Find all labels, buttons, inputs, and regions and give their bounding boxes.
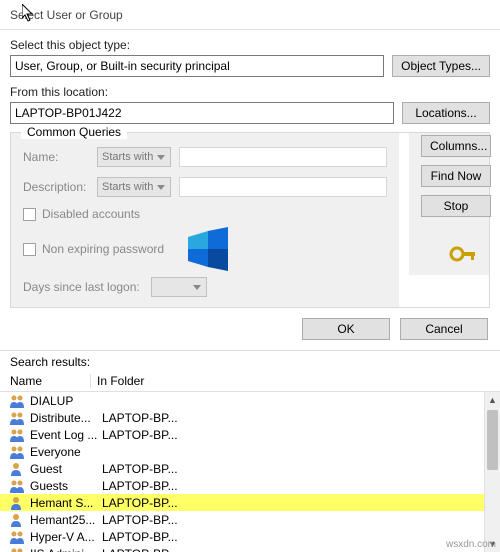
- common-queries-fieldset: Common Queries Name: Starts with Descrip…: [10, 132, 490, 308]
- days-since-logon-combo[interactable]: [151, 277, 207, 297]
- result-row[interactable]: Hyper-V A...LAPTOP-BP...: [0, 528, 500, 545]
- scroll-up-button[interactable]: ▲: [485, 392, 500, 408]
- days-since-logon-label: Days since last logon:: [23, 280, 143, 294]
- scroll-thumb[interactable]: [487, 410, 498, 470]
- non-expiring-label: Non expiring password: [42, 242, 164, 256]
- window-title: Select User or Group: [10, 8, 123, 22]
- result-folder: LAPTOP-BP...: [100, 513, 490, 527]
- result-name: Event Log ...: [30, 428, 100, 442]
- result-folder: LAPTOP-BP...: [100, 411, 490, 425]
- name-label: Name:: [23, 150, 89, 164]
- object-type-input[interactable]: [10, 55, 384, 77]
- location-input[interactable]: [10, 102, 394, 124]
- result-folder: LAPTOP-BP...: [100, 428, 490, 442]
- group-icon: [10, 547, 26, 552]
- group-icon: [10, 428, 26, 442]
- result-name: Hemant S...: [30, 496, 100, 510]
- column-in-folder[interactable]: In Folder: [90, 374, 490, 388]
- result-folder: LAPTOP-BP...: [100, 530, 490, 544]
- dialog-button-row: OK Cancel: [0, 308, 500, 350]
- result-name: Guests: [30, 479, 100, 493]
- dialog-body: Select this object type: Object Types...…: [0, 30, 500, 308]
- group-icon: [10, 411, 26, 425]
- description-mode-combo[interactable]: Starts with: [97, 177, 171, 197]
- description-label: Description:: [23, 180, 89, 194]
- location-label: From this location:: [10, 85, 490, 99]
- group-icon: [10, 530, 26, 544]
- result-row[interactable]: Distribute...LAPTOP-BP...: [0, 409, 500, 426]
- results-header: Name In Folder: [0, 371, 500, 392]
- object-type-label: Select this object type:: [10, 38, 490, 52]
- result-name: Hemant25...: [30, 513, 100, 527]
- result-name: DIALUP: [30, 394, 100, 408]
- name-mode-combo[interactable]: Starts with: [97, 147, 171, 167]
- cancel-button[interactable]: Cancel: [400, 318, 488, 340]
- user-icon: [10, 496, 26, 510]
- windows-logo-icon: [186, 227, 230, 271]
- results-body[interactable]: DIALUPDistribute...LAPTOP-BP...Event Log…: [0, 392, 500, 552]
- result-folder: LAPTOP-BP...: [100, 462, 490, 476]
- group-icon: [10, 445, 26, 459]
- object-types-button[interactable]: Object Types...: [392, 55, 490, 77]
- search-results-label: Search results:: [0, 351, 500, 371]
- result-name: IIS Admini...: [30, 547, 100, 552]
- find-now-button[interactable]: Find Now: [421, 165, 491, 187]
- search-key-icon: [449, 243, 477, 265]
- result-folder: LAPTOP-BP...: [100, 496, 490, 510]
- watermark: wsxdn.com: [446, 539, 496, 550]
- result-row[interactable]: DIALUP: [0, 392, 500, 409]
- result-folder: LAPTOP-BP...: [100, 479, 490, 493]
- user-icon: [10, 462, 26, 476]
- group-icon: [10, 479, 26, 493]
- result-name: Hyper-V A...: [30, 530, 100, 544]
- results-scrollbar[interactable]: ▲ ▼: [484, 392, 500, 552]
- title-bar: Select User or Group: [0, 0, 500, 30]
- common-queries-legend: Common Queries: [21, 125, 127, 139]
- result-row[interactable]: Everyone: [0, 443, 500, 460]
- disabled-accounts-label: Disabled accounts: [42, 207, 140, 221]
- column-name[interactable]: Name: [10, 374, 90, 388]
- result-row[interactable]: Event Log ...LAPTOP-BP...: [0, 426, 500, 443]
- non-expiring-checkbox[interactable]: [23, 243, 36, 256]
- result-name: Guest: [30, 462, 100, 476]
- result-row[interactable]: IIS Admini...LAPTOP-BP...: [0, 545, 500, 552]
- result-folder: LAPTOP-BP...: [100, 547, 490, 552]
- result-name: Everyone: [30, 445, 100, 459]
- ok-button[interactable]: OK: [302, 318, 390, 340]
- locations-button[interactable]: Locations...: [402, 102, 490, 124]
- stop-button[interactable]: Stop: [421, 195, 491, 217]
- result-row[interactable]: Hemant25...LAPTOP-BP...: [0, 511, 500, 528]
- disabled-accounts-checkbox[interactable]: [23, 208, 36, 221]
- user-icon: [10, 513, 26, 527]
- result-row[interactable]: GuestsLAPTOP-BP...: [0, 477, 500, 494]
- columns-button[interactable]: Columns...: [421, 135, 491, 157]
- result-row[interactable]: Hemant S...LAPTOP-BP...: [0, 494, 500, 511]
- description-input[interactable]: [179, 177, 387, 197]
- result-name: Distribute...: [30, 411, 100, 425]
- result-row[interactable]: GuestLAPTOP-BP...: [0, 460, 500, 477]
- group-icon: [10, 394, 26, 408]
- name-input[interactable]: [179, 147, 387, 167]
